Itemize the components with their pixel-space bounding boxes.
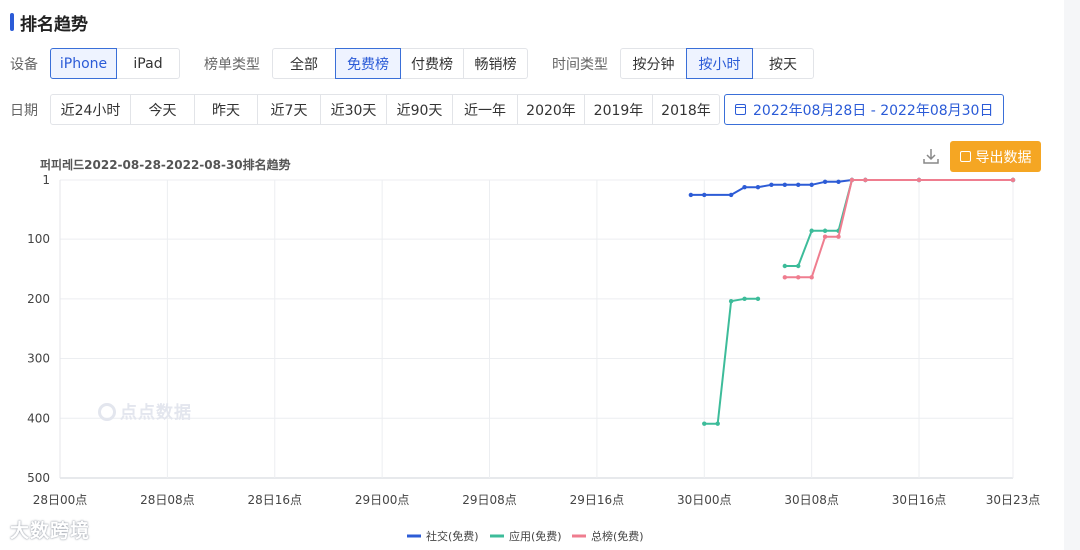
- data-point[interactable]: [836, 179, 841, 184]
- series-line: [784, 179, 1013, 279]
- data-point[interactable]: [916, 177, 922, 183]
- data-point[interactable]: [742, 184, 747, 190]
- x-tick-label: 30日23点: [986, 493, 1041, 507]
- data-point[interactable]: [715, 421, 720, 426]
- data-point[interactable]: [796, 263, 801, 269]
- date-preset-30d[interactable]: 近30天: [320, 94, 387, 125]
- data-point[interactable]: [728, 299, 734, 304]
- x-tick-label: 30日16点: [892, 493, 947, 507]
- list-type-label: 榜单类型: [204, 56, 260, 73]
- y-tick-label: 200: [27, 292, 50, 306]
- time-type-selector: 按分钟 按小时 按天: [620, 48, 814, 79]
- y-tick-label: 100: [27, 232, 50, 246]
- data-point[interactable]: [782, 263, 788, 269]
- data-point[interactable]: [822, 228, 828, 233]
- export-data-label: 导出数据: [975, 149, 1032, 166]
- x-tick-label: 28日08点: [140, 493, 195, 507]
- date-label: 日期: [10, 102, 38, 119]
- data-point[interactable]: [702, 192, 707, 198]
- data-point[interactable]: [822, 234, 828, 239]
- legend-label[interactable]: 总榜(免费): [591, 529, 644, 543]
- legend-label[interactable]: 社交(免费): [426, 529, 479, 543]
- data-point[interactable]: [688, 192, 694, 198]
- time-type-hour[interactable]: 按小时: [686, 48, 753, 79]
- time-type-day[interactable]: 按天: [752, 48, 814, 79]
- y-tick-label: 300: [27, 352, 50, 366]
- date-preset-7d[interactable]: 近7天: [257, 94, 321, 125]
- brand-watermark: 大数跨境: [10, 520, 91, 542]
- device-option-iphone[interactable]: iPhone: [50, 48, 117, 79]
- data-point[interactable]: [849, 177, 855, 183]
- date-preset-1y[interactable]: 近一年: [452, 94, 518, 125]
- data-point[interactable]: [809, 275, 814, 280]
- data-point[interactable]: [796, 182, 801, 187]
- watermark: 点点数据: [98, 398, 192, 423]
- calendar-icon: [735, 104, 746, 115]
- list-type-selector: 全部 免费榜 付费榜 畅销榜: [272, 48, 528, 79]
- data-point[interactable]: [863, 177, 868, 183]
- device-selector: iPhone iPad: [50, 48, 180, 79]
- filter-row-2: 日期 近24小时 今天 昨天 近7天 近30天 近90天 近一年 2020年 2…: [10, 94, 1005, 125]
- data-point[interactable]: [836, 234, 841, 239]
- list-type-all[interactable]: 全部: [272, 48, 336, 79]
- download-icon[interactable]: [921, 146, 941, 166]
- x-tick-label: 30日08点: [784, 493, 839, 507]
- data-point[interactable]: [728, 192, 734, 198]
- data-point[interactable]: [769, 182, 774, 187]
- list-type-free[interactable]: 免费榜: [335, 48, 401, 79]
- list-type-grossing[interactable]: 畅销榜: [463, 48, 528, 79]
- date-preset-2019[interactable]: 2019年: [584, 94, 653, 125]
- section-title: 排名趋势: [10, 11, 88, 35]
- x-tick-label: 29日16点: [570, 493, 625, 507]
- device-option-ipad[interactable]: iPad: [116, 48, 180, 79]
- x-tick-label: 30日00点: [677, 493, 732, 507]
- series-line: [704, 297, 758, 425]
- title-accent-bar: [10, 13, 14, 31]
- date-preset-90d[interactable]: 近90天: [386, 94, 453, 125]
- data-point[interactable]: [782, 182, 788, 187]
- legend-label[interactable]: 应用(免费): [509, 529, 562, 543]
- x-tick-label: 29日00点: [355, 493, 410, 507]
- right-gutter: [1064, 0, 1080, 550]
- export-data-button[interactable]: 导出数据: [950, 141, 1041, 172]
- time-type-label: 时间类型: [552, 56, 608, 73]
- date-preset-2020[interactable]: 2020年: [517, 94, 585, 125]
- y-tick-label: 1: [42, 173, 50, 187]
- date-preset-yesterday[interactable]: 昨天: [194, 94, 258, 125]
- ranking-line-chart: 1 100 200 300 400 500 28日00点 28日08点 28日16点 29日00点…: [27, 173, 1041, 543]
- y-tick-label: 400: [27, 411, 50, 425]
- data-point[interactable]: [755, 184, 761, 190]
- section-title-text: 排名趋势: [20, 14, 88, 35]
- date-range-value: 2022年08月28日 - 2022年08月30日: [753, 102, 994, 119]
- data-point[interactable]: [822, 179, 828, 184]
- data-point[interactable]: [1010, 177, 1016, 183]
- x-tick-label: 29日08点: [462, 493, 517, 507]
- data-point[interactable]: [796, 275, 801, 280]
- device-label: 设备: [10, 56, 38, 73]
- external-link-icon: [959, 151, 971, 162]
- time-type-minute[interactable]: 按分钟: [620, 48, 687, 79]
- watermark-text: 点点数据: [120, 403, 192, 423]
- y-tick-label: 500: [27, 471, 50, 485]
- date-preset-24h[interactable]: 近24小时: [50, 94, 131, 125]
- data-point[interactable]: [809, 228, 814, 233]
- date-preset-2018[interactable]: 2018年: [652, 94, 720, 125]
- data-point[interactable]: [782, 275, 788, 280]
- data-point[interactable]: [809, 182, 814, 187]
- data-point[interactable]: [702, 421, 707, 426]
- filter-row-1: 设备 iPhone iPad 榜单类型 全部 免费榜 付费榜 畅销榜 时间类型 …: [10, 48, 814, 79]
- list-type-paid[interactable]: 付费榜: [400, 48, 464, 79]
- x-tick-label: 28日00点: [33, 493, 88, 507]
- date-preset-today[interactable]: 今天: [130, 94, 195, 125]
- ranking-trend-panel: 排名趋势 设备 iPhone iPad 榜单类型 全部 免费榜 付费榜 畅销榜 …: [0, 0, 1064, 550]
- date-preset-selector: 近24小时 今天 昨天 近7天 近30天 近90天 近一年 2020年 2019…: [50, 94, 720, 125]
- x-tick-label: 28日16点: [247, 493, 302, 507]
- data-point[interactable]: [755, 296, 761, 302]
- date-range-picker[interactable]: 2022年08月28日 - 2022年08月30日: [724, 94, 1005, 125]
- watermark-logo-icon: [98, 403, 116, 421]
- data-point[interactable]: [742, 296, 747, 302]
